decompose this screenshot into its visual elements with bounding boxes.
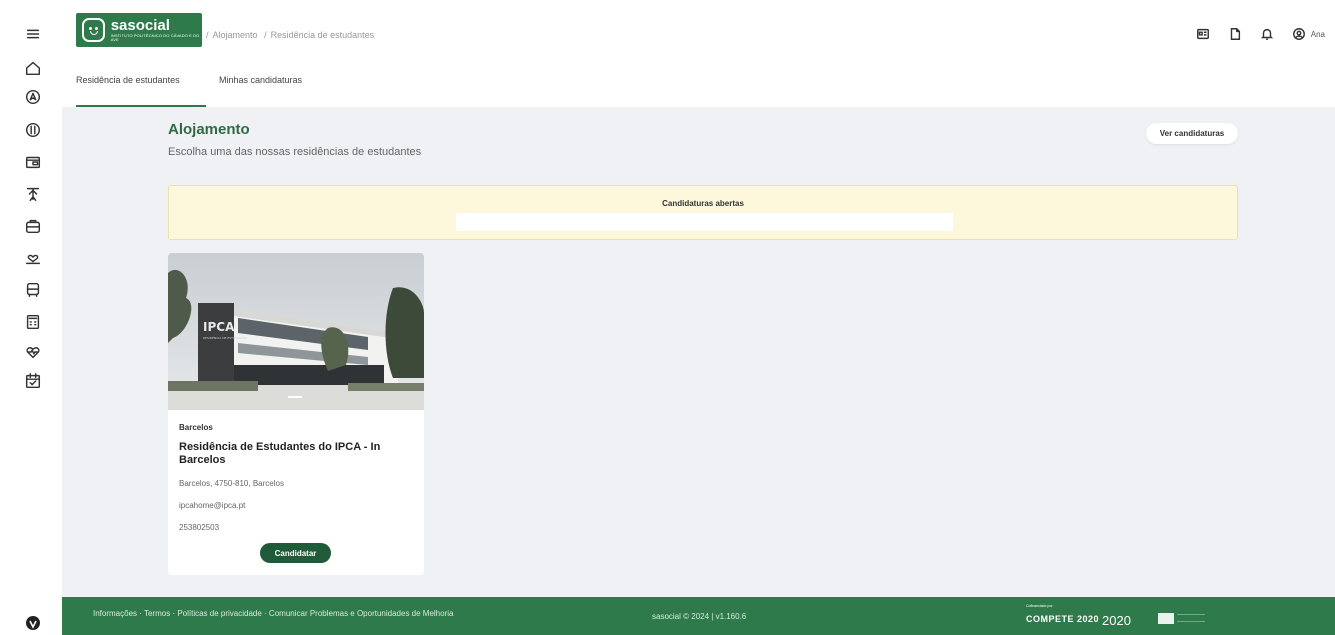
- residence-photo: IPCA RESIDÊNCIA DE ESTUDANTES: [168, 253, 424, 410]
- banner-content-area: [456, 213, 953, 231]
- residence-name: Residência de Estudantes do IPCA - In Ba…: [179, 441, 381, 467]
- calculator-icon[interactable]: [23, 312, 43, 332]
- food-icon[interactable]: [23, 120, 43, 140]
- calendar-icon[interactable]: [23, 371, 43, 391]
- page-title: Alojamento: [168, 121, 250, 138]
- ver-candidaturas-button[interactable]: Ver candidaturas: [1146, 123, 1238, 144]
- residence-address: Barcelos, 4750-810, Barcelos: [179, 479, 284, 488]
- breadcrumb-item[interactable]: Residência de estudantes: [271, 30, 375, 40]
- residence-location: Barcelos: [179, 423, 213, 432]
- bell-icon[interactable]: [1259, 26, 1275, 42]
- portugal2020-logo: 2020: [1102, 613, 1131, 628]
- image-sign-sub: RESIDÊNCIA DE ESTUDANTES: [203, 335, 247, 340]
- tab-minhas-candidaturas[interactable]: Minhas candidaturas: [219, 75, 302, 107]
- candidatar-button[interactable]: Candidatar: [260, 543, 331, 563]
- footer-copyright: sasocial © 2024 | v1.160.6: [652, 612, 747, 621]
- open-applications-banner: Candidaturas abertas: [168, 185, 1238, 240]
- sidebar: [0, 0, 62, 635]
- brand-subtitle: INSTITUTO POLITÉCNICO DO CÁVADO E DO AVE: [110, 33, 200, 42]
- residence-email: ipcahome@ipca.pt: [179, 501, 246, 510]
- footer-links[interactable]: Informações · Termos · Políticas de priv…: [93, 609, 483, 618]
- menu-icon[interactable]: [23, 24, 43, 44]
- compete-logo: COMPETE 2020: [1026, 614, 1100, 624]
- eu-flag-icon: [1158, 613, 1174, 624]
- footer: Informações · Termos · Políticas de priv…: [62, 597, 1335, 635]
- funding-logos: Cofinanciado por: COMPETE 2020 2020: [1026, 604, 1206, 630]
- document-icon[interactable]: [1227, 26, 1243, 42]
- top-header: sasocial INSTITUTO POLITÉCNICO DO CÁVADO…: [62, 0, 1335, 60]
- wallet-icon[interactable]: [23, 152, 43, 172]
- eu-fund-logo: [1177, 614, 1205, 622]
- breadcrumb-item[interactable]: Alojamento: [213, 30, 258, 40]
- accessibility-icon[interactable]: [25, 615, 41, 631]
- smile-logo-icon: [82, 18, 105, 42]
- residence-card[interactable]: IPCA RESIDÊNCIA DE ESTUDANTES Barcelos R…: [168, 253, 424, 575]
- user-icon[interactable]: [1291, 26, 1307, 42]
- bus-icon[interactable]: [23, 280, 43, 300]
- brand-logo[interactable]: sasocial INSTITUTO POLITÉCNICO DO CÁVADO…: [76, 13, 202, 47]
- care-icon[interactable]: [23, 248, 43, 268]
- health-icon[interactable]: [23, 342, 43, 362]
- residence-phone: 253802503: [179, 523, 220, 532]
- image-sign: IPCA: [203, 320, 235, 334]
- tab-residencia-estudantes[interactable]: Residência de estudantes: [76, 75, 206, 107]
- tab-bar: Residência de estudantes Minhas candidat…: [62, 60, 1335, 107]
- qr-code-icon[interactable]: [1195, 26, 1211, 42]
- page-subtitle: Escolha uma das nossas residências de es…: [168, 146, 422, 158]
- breadcrumb: / Alojamento / Residência de estudantes: [206, 30, 375, 40]
- home-icon[interactable]: [23, 58, 43, 78]
- cofinanced-label: Cofinanciado por:: [1026, 604, 1054, 608]
- header-actions: Ana: [1179, 26, 1325, 42]
- brand-name: sasocial: [110, 17, 170, 34]
- mobility-icon[interactable]: [23, 184, 43, 204]
- main-content: Alojamento Escolha uma das nossas residê…: [62, 107, 1335, 597]
- location-icon[interactable]: [23, 87, 43, 107]
- banner-title: Candidaturas abertas: [662, 199, 744, 208]
- user-name[interactable]: Ana: [1311, 30, 1325, 39]
- briefcase-icon[interactable]: [23, 216, 43, 236]
